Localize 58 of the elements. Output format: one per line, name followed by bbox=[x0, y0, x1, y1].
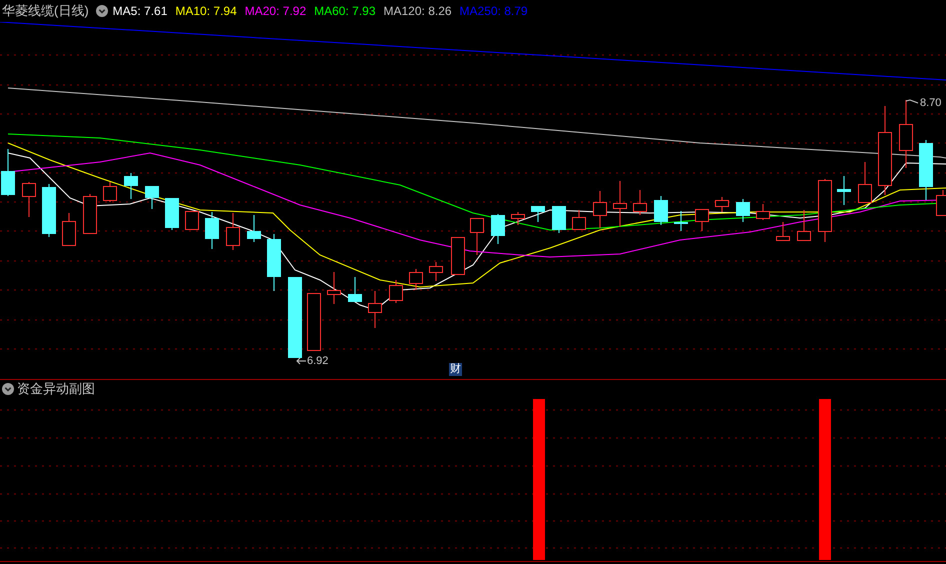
candlestick bbox=[695, 208, 709, 232]
candlestick bbox=[736, 198, 750, 222]
moving-average-legend: MA20: 7.92 bbox=[244, 2, 306, 20]
candlestick bbox=[491, 214, 505, 244]
candlestick bbox=[654, 196, 668, 226]
candlestick bbox=[83, 194, 97, 234]
candlestick bbox=[185, 210, 199, 230]
finance-badge[interactable]: 财 bbox=[449, 363, 462, 376]
candlestick bbox=[226, 212, 240, 250]
candlestick bbox=[145, 186, 159, 210]
candlestick bbox=[42, 184, 56, 238]
candlestick bbox=[511, 212, 525, 226]
candlestick bbox=[327, 272, 341, 304]
candlestick bbox=[818, 178, 832, 242]
candlestick bbox=[858, 162, 872, 203]
candlestick bbox=[674, 210, 688, 232]
candlestick bbox=[919, 140, 933, 200]
candlestick bbox=[633, 190, 647, 216]
dropdown-icon[interactable] bbox=[2, 383, 14, 395]
moving-average-legend: MA10: 7.94 bbox=[175, 2, 237, 20]
candlestick bbox=[756, 204, 770, 220]
dropdown-icon[interactable] bbox=[96, 5, 108, 17]
candlestick bbox=[389, 280, 403, 304]
candlestick bbox=[451, 236, 465, 275]
moving-average-legend: MA250: 8.79 bbox=[460, 2, 528, 20]
candlestick bbox=[936, 190, 946, 216]
candlestick bbox=[552, 206, 566, 234]
panel-title: 资金异动副图 bbox=[17, 380, 95, 398]
moving-average-legend: MA5: 7.61 bbox=[112, 2, 168, 20]
candlestick bbox=[247, 214, 261, 242]
candlestick bbox=[124, 172, 138, 200]
candlestick bbox=[837, 176, 851, 206]
candlestick bbox=[307, 292, 321, 351]
candlestick bbox=[613, 180, 627, 228]
candlestick bbox=[531, 206, 545, 222]
candlestick bbox=[593, 190, 607, 228]
candlestick bbox=[470, 218, 484, 256]
candlestick bbox=[776, 222, 790, 241]
candlestick bbox=[409, 268, 423, 290]
candlestick bbox=[368, 290, 382, 328]
candlestick bbox=[715, 196, 729, 212]
chart-title: 华菱线缆(日线) bbox=[2, 2, 89, 20]
candlestick bbox=[348, 276, 362, 302]
candlestick bbox=[103, 182, 117, 202]
candlestick bbox=[205, 212, 219, 250]
candlestick bbox=[899, 100, 913, 168]
price-label: 8.70 bbox=[920, 96, 942, 110]
candlestick bbox=[572, 210, 586, 230]
moving-average-legend: MA120: 8.26 bbox=[384, 2, 452, 20]
price-label: 6.92 bbox=[307, 354, 328, 368]
candlestick bbox=[62, 212, 76, 246]
candlestick bbox=[267, 234, 281, 292]
candlestick bbox=[165, 198, 179, 230]
candlestick bbox=[22, 182, 36, 218]
candlestick bbox=[429, 262, 443, 282]
candlestick bbox=[797, 210, 811, 241]
candlestick bbox=[1, 148, 15, 196]
moving-average-legend: MA60: 7.93 bbox=[314, 2, 376, 20]
